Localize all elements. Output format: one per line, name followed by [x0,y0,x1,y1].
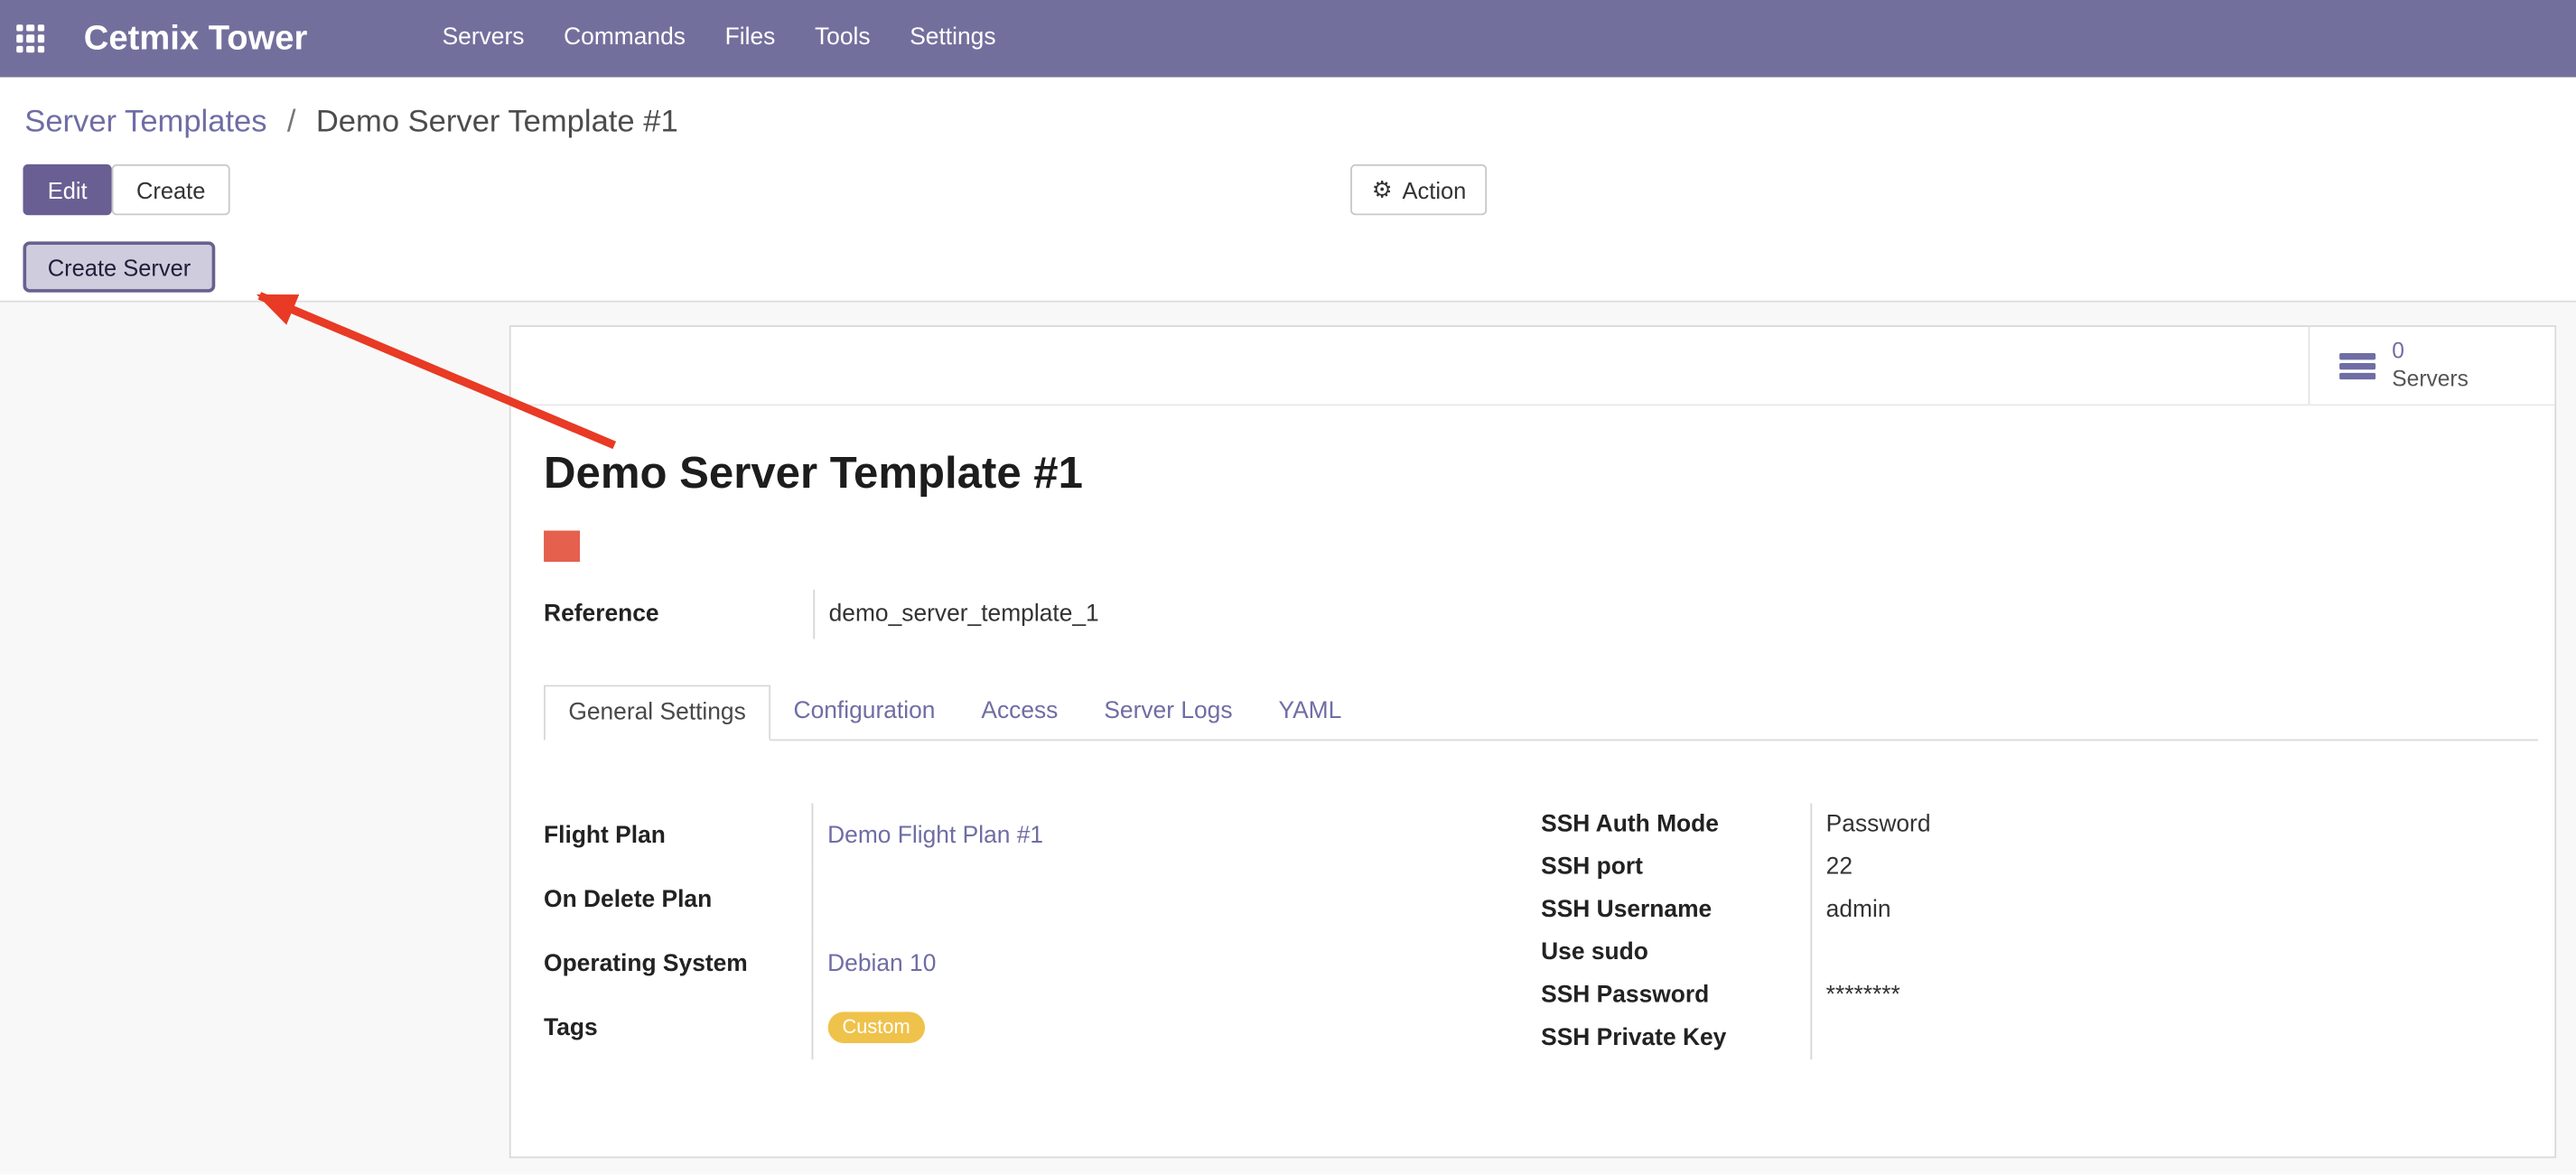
tab-yaml[interactable]: YAML [1255,685,1365,739]
breadcrumb-separator: / [287,105,296,139]
brand-title[interactable]: Cetmix Tower [84,19,308,59]
server-stack-icon [2339,352,2375,378]
gear-icon: ⚙ [1372,176,1393,204]
field-row: SSH Private Key [1541,1017,2319,1059]
ssh-username-label: SSH Username [1541,889,1810,931]
operating-system-label: Operating System [544,931,812,995]
use-sudo-label: Use sudo [1541,931,1810,974]
create-button[interactable]: Create [112,164,230,215]
sheet-header [511,327,2555,406]
ssh-username-value: admin [1810,889,2319,931]
field-row: Tags Custom [544,995,1541,1059]
servers-stat-button[interactable]: 0 Servers [2309,327,2555,404]
ssh-port-label: SSH port [1541,846,1810,889]
edit-button[interactable]: Edit [23,164,111,215]
reference-label: Reference [544,590,813,639]
top-navbar: Cetmix Tower Servers Commands Files Tool… [0,0,2576,77]
field-row: Use sudo [1541,931,2319,974]
create-server-button[interactable]: Create Server [23,241,215,292]
apps-menu-icon[interactable] [16,24,44,52]
nav-item-files[interactable]: Files [705,0,795,77]
breadcrumb: Server Templates / Demo Server Template … [24,105,677,141]
field-row: On Delete Plan [544,867,1541,931]
ssh-auth-mode-value: Password [1810,803,2319,845]
nav-item-commands[interactable]: Commands [544,0,705,77]
tab-server-logs[interactable]: Server Logs [1081,685,1255,739]
tags-label: Tags [544,995,812,1059]
ssh-private-key-value [1810,1017,2319,1059]
right-field-group: SSH Auth Mode Password SSH port 22 SSH U… [1541,803,2319,1059]
ssh-password-label: SSH Password [1541,975,1810,1017]
breadcrumb-parent-link[interactable]: Server Templates [24,105,266,139]
page: Cetmix Tower Servers Commands Files Tool… [0,0,2576,1174]
operating-system-link[interactable]: Debian 10 [827,950,936,976]
ssh-port-value: 22 [1810,846,2319,889]
tab-configuration[interactable]: Configuration [770,685,958,739]
field-row: Reference demo_server_template_1 [544,590,1321,639]
servers-stat-text: 0 Servers [2392,338,2469,393]
nav-item-settings[interactable]: Settings [890,0,1015,77]
action-button-label: Action [1403,177,1467,203]
field-row: Flight Plan Demo Flight Plan #1 [544,803,1541,867]
content-area: 0 Servers Demo Server Template #1 Refere… [0,303,2576,1175]
reference-value: demo_server_template_1 [813,590,1321,639]
main-menu: Servers Commands Files Tools Settings [423,0,1016,77]
nav-item-servers[interactable]: Servers [423,0,545,77]
field-row: SSH Password ******** [1541,975,2319,1017]
servers-count: 0 [2392,338,2469,366]
field-row: SSH Username admin [1541,889,2319,931]
color-swatch[interactable] [544,530,580,562]
breadcrumb-current: Demo Server Template #1 [316,105,678,139]
flight-plan-link[interactable]: Demo Flight Plan #1 [827,822,1043,848]
left-field-group: Flight Plan Demo Flight Plan #1 On Delet… [544,803,1541,1059]
tab-general-settings[interactable]: General Settings [544,685,770,741]
field-row: Operating System Debian 10 [544,931,1541,995]
reference-field: Reference demo_server_template_1 [544,590,1321,639]
page-title: Demo Server Template #1 [544,449,1083,499]
on-delete-plan-label: On Delete Plan [544,867,812,931]
field-groups: Flight Plan Demo Flight Plan #1 On Delet… [544,803,2319,1059]
tab-access[interactable]: Access [958,685,1081,739]
field-row: SSH port 22 [1541,846,2319,889]
nav-item-tools[interactable]: Tools [795,0,890,77]
use-sudo-value [1810,931,2319,974]
action-button[interactable]: ⚙ Action [1350,164,1488,215]
ssh-password-value: ******** [1810,975,2319,1017]
flight-plan-label: Flight Plan [544,803,812,867]
form-sheet: 0 Servers Demo Server Template #1 Refere… [509,325,2556,1158]
ssh-private-key-label: SSH Private Key [1541,1017,1810,1059]
tag-badge: Custom [827,1012,925,1043]
ssh-auth-mode-label: SSH Auth Mode [1541,803,1810,845]
notebook-tabs: General Settings Configuration Access Se… [544,685,2538,741]
on-delete-plan-value [812,867,1541,931]
field-row: SSH Auth Mode Password [1541,803,2319,845]
servers-label: Servers [2392,366,2469,394]
